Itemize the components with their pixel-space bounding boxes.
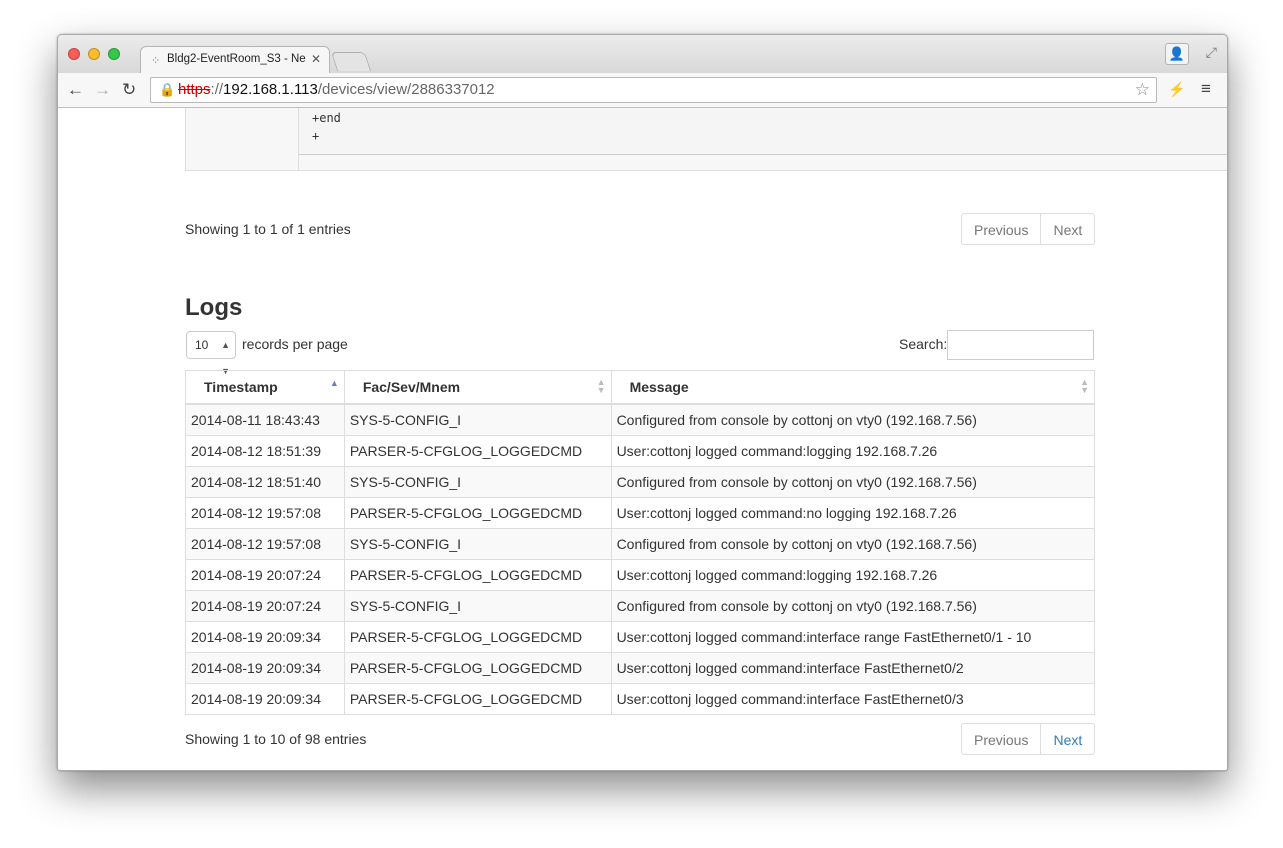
column-header-label: Message xyxy=(629,379,689,395)
browser-tab[interactable]: ⁘ Bldg2-EventRoom_S3 - Ne ✕ xyxy=(140,46,330,74)
logs-heading: Logs xyxy=(185,294,243,321)
cell-mnemonic: SYS-5-CONFIG_I xyxy=(343,466,612,498)
logs-table: Timestamp ▲ Fac/Sev/Mnem ▲ ▼ Message ▲ ▼ 2014… xyxy=(185,370,1096,715)
config-diff-code: +end + xyxy=(299,108,1227,155)
insecure-lock-icon[interactable]: 🔒 xyxy=(159,78,175,102)
cell-message: Configured from console by cottonj on vt… xyxy=(610,528,1096,560)
cell-message: User:cottonj logged command:logging 192.… xyxy=(610,559,1096,591)
column-header-label: Fac/Sev/Mnem xyxy=(362,379,461,395)
close-window-button[interactable] xyxy=(68,48,80,60)
star-icon[interactable]: ☆ xyxy=(1135,78,1150,102)
cell-timestamp: 2014-08-12 18:51:39 xyxy=(185,435,345,467)
config-pagination: Previous Next xyxy=(961,213,1096,245)
records-per-page-select[interactable]: 10 ▲ ▼ xyxy=(186,331,236,376)
sort-both-icon: ▲ ▼ xyxy=(1080,377,1089,395)
cell-message: User:cottonj logged command:interface ra… xyxy=(610,621,1096,653)
fullscreen-icon[interactable]: ⤢ xyxy=(1206,44,1217,61)
logs-pagination: Previous Next xyxy=(961,723,1096,755)
extension-icon[interactable]: ⚡ xyxy=(1168,81,1185,98)
cell-message: User:cottonj logged command:interface Fa… xyxy=(610,683,1096,715)
cell-mnemonic: PARSER-5-CFGLOG_LOGGEDCMD xyxy=(343,683,612,715)
logs-table-info: Showing 1 to 10 of 98 entries xyxy=(185,731,367,747)
table-row: 2014-08-12 19:57:08 PARSER-5-CFGLOG_LOGG… xyxy=(185,497,1096,529)
column-header-label: Timestamp xyxy=(204,379,278,395)
arrow-right-icon[interactable]: → xyxy=(94,80,111,100)
cell-message: User:cottonj logged command:logging 192.… xyxy=(610,435,1096,467)
column-header-message[interactable]: Message ▲ ▼ xyxy=(610,370,1096,405)
title-bar: ⁘ Bldg2-EventRoom_S3 - Ne ✕ 👤 ⤢ xyxy=(58,35,1227,74)
records-per-page-value: 10 xyxy=(195,338,209,352)
table-header-row: Timestamp ▲ Fac/Sev/Mnem ▲ ▼ Message ▲ ▼ xyxy=(185,370,1096,405)
table-row: 2014-08-19 20:09:34 PARSER-5-CFGLOG_LOGG… xyxy=(185,621,1096,653)
table-row: 2014-08-12 19:57:08 SYS-5-CONFIG_I Confi… xyxy=(185,528,1096,560)
cell-timestamp: 2014-08-19 20:09:34 xyxy=(185,621,345,653)
cell-timestamp: 2014-08-19 20:09:34 xyxy=(185,683,345,715)
minimize-window-button[interactable] xyxy=(88,48,100,60)
zoom-window-button[interactable] xyxy=(108,48,120,60)
cell-mnemonic: PARSER-5-CFGLOG_LOGGEDCMD xyxy=(343,559,612,591)
browser-toolbar: ← → ↻ 🔒 https://192.168.1.113/devices/vi… xyxy=(58,73,1227,108)
sort-ascending-icon: ▲ xyxy=(329,378,339,388)
code-line: +end xyxy=(312,111,341,125)
cell-mnemonic: PARSER-5-CFGLOG_LOGGEDCMD xyxy=(343,497,612,529)
url-path: /devices/view/2886337012 xyxy=(317,81,495,98)
next-button[interactable]: Next xyxy=(1041,723,1096,755)
window-controls xyxy=(68,48,120,60)
cell-mnemonic: PARSER-5-CFGLOG_LOGGEDCMD xyxy=(343,621,612,653)
table-row: 2014-08-19 20:09:34 PARSER-5-CFGLOG_LOGG… xyxy=(185,683,1096,715)
table-row: 2014-08-12 18:51:39 PARSER-5-CFGLOG_LOGG… xyxy=(185,435,1096,467)
address-bar[interactable]: 🔒 https://192.168.1.113/devices/view/288… xyxy=(150,77,1157,103)
cell-mnemonic: PARSER-5-CFGLOG_LOGGEDCMD xyxy=(343,652,612,684)
config-diff-gutter xyxy=(186,108,299,170)
config-table-info: Showing 1 to 1 of 1 entries xyxy=(185,221,351,237)
cell-timestamp: 2014-08-12 19:57:08 xyxy=(185,528,345,560)
cell-timestamp: 2014-08-19 20:07:24 xyxy=(185,559,345,591)
browser-window: ⁘ Bldg2-EventRoom_S3 - Ne ✕ 👤 ⤢ ← → ↻ 🔒 … xyxy=(57,34,1228,771)
profile-icon[interactable]: 👤 xyxy=(1165,43,1189,65)
cell-message: User:cottonj logged command:no logging 1… xyxy=(610,497,1096,529)
page-content: +end + Showing 1 to 1 of 1 entries Previ… xyxy=(58,108,1227,770)
code-line: + xyxy=(312,129,320,143)
reload-icon[interactable]: ↻ xyxy=(122,80,136,100)
cell-message: Configured from console by cottonj on vt… xyxy=(610,466,1096,498)
records-per-page-label: records per page xyxy=(242,336,348,352)
cell-timestamp: 2014-08-19 20:09:34 xyxy=(185,652,345,684)
new-tab-button[interactable] xyxy=(330,52,372,71)
next-button[interactable]: Next xyxy=(1041,213,1096,245)
table-row: 2014-08-12 18:51:40 SYS-5-CONFIG_I Confi… xyxy=(185,466,1096,498)
previous-button[interactable]: Previous xyxy=(961,723,1042,755)
search-label: Search: xyxy=(899,336,948,352)
table-row: 2014-08-11 18:43:43 SYS-5-CONFIG_I Confi… xyxy=(185,403,1096,436)
url-text: https://192.168.1.113/devices/view/28863… xyxy=(178,78,495,102)
cell-message: User:cottonj logged command:interface Fa… xyxy=(610,652,1096,684)
tab-title: Bldg2-EventRoom_S3 - Ne xyxy=(167,53,306,65)
url-scheme: https xyxy=(178,81,211,98)
config-diff-row: +end + xyxy=(185,108,1227,171)
cell-mnemonic: SYS-5-CONFIG_I xyxy=(343,528,612,560)
cell-message: Configured from console by cottonj on vt… xyxy=(610,590,1096,622)
cell-message: Configured from console by cottonj on vt… xyxy=(610,403,1096,436)
cell-timestamp: 2014-08-12 18:51:40 xyxy=(185,466,345,498)
table-row: 2014-08-19 20:07:24 PARSER-5-CFGLOG_LOGG… xyxy=(185,559,1096,591)
cell-timestamp: 2014-08-12 19:57:08 xyxy=(185,497,345,529)
url-separator: :// xyxy=(210,81,224,98)
cell-timestamp: 2014-08-11 18:43:43 xyxy=(185,403,345,436)
hamburger-menu-icon[interactable]: ≡ xyxy=(1201,79,1211,99)
cell-mnemonic: SYS-5-CONFIG_I xyxy=(343,590,612,622)
sort-both-icon: ▲ ▼ xyxy=(596,377,606,395)
cell-timestamp: 2014-08-19 20:07:24 xyxy=(185,590,345,622)
column-header-timestamp[interactable]: Timestamp ▲ xyxy=(185,370,345,405)
search-input[interactable] xyxy=(947,330,1094,360)
previous-button[interactable]: Previous xyxy=(961,213,1042,245)
close-icon[interactable]: ✕ xyxy=(311,52,321,66)
cell-mnemonic: SYS-5-CONFIG_I xyxy=(343,403,612,436)
url-host: 192.168.1.113 xyxy=(223,81,318,98)
table-row: 2014-08-19 20:07:24 SYS-5-CONFIG_I Confi… xyxy=(185,590,1096,622)
column-header-facility[interactable]: Fac/Sev/Mnem ▲ ▼ xyxy=(343,370,612,405)
arrow-left-icon[interactable]: ← xyxy=(67,80,84,100)
table-row: 2014-08-19 20:09:34 PARSER-5-CFGLOG_LOGG… xyxy=(185,652,1096,684)
network-icon: ⁘ xyxy=(151,55,161,67)
cell-mnemonic: PARSER-5-CFGLOG_LOGGEDCMD xyxy=(343,435,612,467)
